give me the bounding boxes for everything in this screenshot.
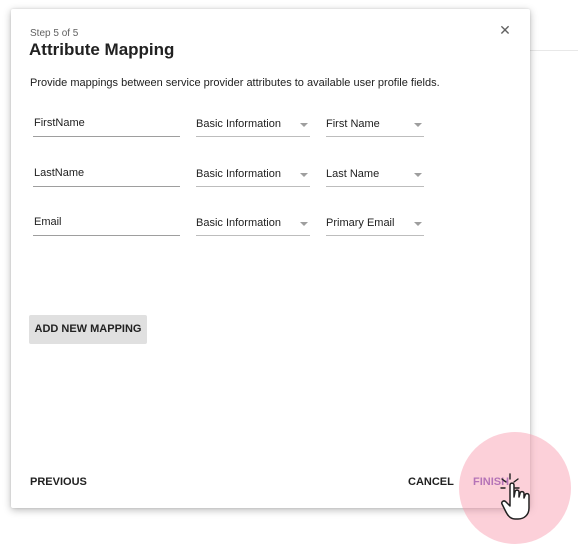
category-value: Basic Information <box>196 168 281 180</box>
mapping-row: FirstName Basic Information First Name <box>11 112 530 142</box>
chevron-down-icon <box>300 173 308 177</box>
chevron-down-icon <box>300 222 308 226</box>
step-indicator: Step 5 of 5 <box>30 28 79 39</box>
category-value: Basic Information <box>196 217 281 229</box>
background-divider <box>530 50 578 51</box>
profile-field-select[interactable]: Primary Email <box>326 211 424 236</box>
dialog-title: Attribute Mapping <box>29 40 175 59</box>
attribute-value: LastName <box>34 167 85 179</box>
attribute-input[interactable]: LastName <box>33 162 180 187</box>
profile-field-select[interactable]: First Name <box>326 112 424 137</box>
add-new-mapping-button[interactable]: ADD NEW MAPPING <box>29 315 147 344</box>
pointing-hand-icon <box>500 473 530 520</box>
attribute-input[interactable]: Email <box>33 211 180 236</box>
chevron-down-icon <box>414 123 422 127</box>
attribute-mapping-dialog: Step 5 of 5 Attribute Mapping ✕ Provide … <box>11 9 530 508</box>
attribute-value: Email <box>34 216 62 228</box>
attribute-value: FirstName <box>34 117 85 129</box>
profile-field-value: Primary Email <box>326 217 395 229</box>
chevron-down-icon <box>414 173 422 177</box>
page: Step 5 of 5 Attribute Mapping ✕ Provide … <box>0 0 578 556</box>
category-select[interactable]: Basic Information <box>196 162 310 187</box>
close-icon[interactable]: ✕ <box>498 22 512 38</box>
attribute-input[interactable]: FirstName <box>33 112 180 137</box>
profile-field-value: Last Name <box>326 168 380 180</box>
previous-button[interactable]: PREVIOUS <box>30 476 87 488</box>
mapping-row: Email Basic Information Primary Email <box>11 211 530 241</box>
chevron-down-icon <box>414 222 422 226</box>
mapping-row: LastName Basic Information Last Name <box>11 162 530 192</box>
chevron-down-icon <box>300 123 308 127</box>
category-select[interactable]: Basic Information <box>196 211 310 236</box>
profile-field-value: First Name <box>326 118 380 130</box>
cancel-button[interactable]: CANCEL <box>408 476 454 488</box>
category-value: Basic Information <box>196 118 281 130</box>
dialog-description: Provide mappings between service provide… <box>30 77 440 89</box>
profile-field-select[interactable]: Last Name <box>326 162 424 187</box>
category-select[interactable]: Basic Information <box>196 112 310 137</box>
